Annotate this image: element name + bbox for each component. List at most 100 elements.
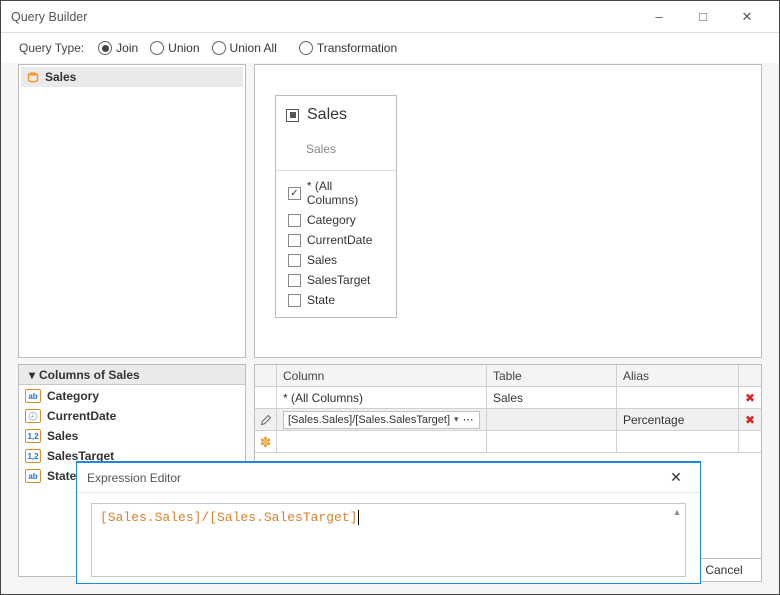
radio-label: Join bbox=[116, 41, 138, 55]
maximize-button[interactable]: □ bbox=[681, 2, 725, 32]
row-gutter bbox=[255, 387, 277, 409]
tree-item-sales[interactable]: Sales bbox=[21, 67, 243, 87]
new-row-icon: ✽ bbox=[260, 435, 272, 449]
grid-header-column[interactable]: Column bbox=[277, 365, 487, 387]
radio-label: Union bbox=[168, 41, 199, 55]
row-gutter: ✽ bbox=[255, 431, 277, 453]
column-label: State bbox=[307, 293, 335, 307]
row-gutter bbox=[255, 409, 277, 431]
node-header: Sales bbox=[286, 106, 386, 124]
query-canvas[interactable]: Sales Sales * (All Columns) Category Cur… bbox=[254, 64, 762, 358]
chevron-down-icon: ▾ bbox=[25, 368, 39, 382]
divider bbox=[276, 170, 396, 171]
grid-header-alias[interactable]: Alias bbox=[617, 365, 739, 387]
column-label: Sales bbox=[307, 253, 337, 267]
row-delete-button[interactable]: ✖ bbox=[739, 387, 761, 409]
grid-gutter-header bbox=[255, 365, 277, 387]
column-checkbox[interactable]: CurrentDate bbox=[288, 233, 386, 247]
field-name: CurrentDate bbox=[47, 409, 116, 423]
expression-input[interactable]: [Sales.Sales]/[Sales.SalesTarget] ▴ bbox=[91, 503, 686, 577]
column-checkbox[interactable]: Category bbox=[288, 213, 386, 227]
modal-titlebar: Expression Editor ✕ bbox=[77, 463, 700, 493]
modal-close-button[interactable]: ✕ bbox=[662, 465, 690, 491]
minimize-button[interactable]: – bbox=[637, 2, 681, 32]
field-item[interactable]: 1,2 Sales bbox=[19, 426, 245, 446]
column-label: SalesTarget bbox=[307, 273, 370, 287]
field-name: Sales bbox=[47, 429, 78, 443]
tree-item-label: Sales bbox=[45, 70, 76, 84]
grid-row-new[interactable]: ✽ bbox=[255, 431, 761, 453]
table-node-icon bbox=[286, 109, 299, 122]
scroll-up-icon[interactable]: ▴ bbox=[671, 506, 683, 518]
row-alias-cell[interactable] bbox=[617, 387, 739, 409]
text-caret bbox=[358, 510, 359, 525]
column-checkbox[interactable]: State bbox=[288, 293, 386, 307]
date-field-icon: 🕘 bbox=[25, 409, 41, 423]
column-checkbox[interactable]: Sales bbox=[288, 253, 386, 267]
row-column-cell[interactable]: [Sales.Sales]/[Sales.SalesTarget] ▾ ⋯ bbox=[277, 409, 487, 431]
text-field-icon: ab bbox=[25, 389, 41, 403]
grid-header-delete bbox=[739, 365, 761, 387]
row-table-cell[interactable] bbox=[487, 409, 617, 431]
query-type-transformation[interactable]: Transformation bbox=[299, 41, 397, 55]
row-delete-button[interactable]: ✖ bbox=[739, 409, 761, 431]
radio-label: Union All bbox=[230, 41, 277, 55]
cancel-button-label: Cancel bbox=[705, 563, 742, 577]
field-item[interactable]: 🕘 CurrentDate bbox=[19, 406, 245, 426]
field-item[interactable]: ab Category bbox=[19, 386, 245, 406]
column-checkbox[interactable]: * (All Columns) bbox=[288, 179, 386, 207]
canvas-table-node[interactable]: Sales Sales * (All Columns) Category Cur… bbox=[275, 95, 397, 318]
query-type-label: Query Type: bbox=[19, 41, 84, 55]
row-table-cell[interactable]: Sales bbox=[487, 387, 617, 409]
radio-icon bbox=[212, 41, 226, 55]
tables-tree[interactable]: Sales bbox=[18, 64, 246, 358]
radio-label: Transformation bbox=[317, 41, 397, 55]
columns-panel-header[interactable]: ▾ Columns of Sales bbox=[19, 365, 245, 385]
expression-value: [Sales.Sales]/[Sales.SalesTarget] bbox=[100, 510, 357, 525]
row-column-cell[interactable] bbox=[277, 431, 487, 453]
close-button[interactable]: ✕ bbox=[725, 2, 769, 32]
modal-title: Expression Editor bbox=[87, 471, 181, 485]
ellipsis-icon[interactable]: ⋯ bbox=[463, 413, 475, 426]
window-title: Query Builder bbox=[11, 10, 87, 24]
radio-icon bbox=[150, 41, 164, 55]
grid-row[interactable]: * (All Columns) Sales ✖ bbox=[255, 387, 761, 409]
column-label: Category bbox=[307, 213, 356, 227]
chevron-down-icon: ▾ bbox=[454, 414, 459, 425]
row-alias-cell[interactable] bbox=[617, 431, 739, 453]
expression-editor-dialog: Expression Editor ✕ [Sales.Sales]/[Sales… bbox=[76, 461, 701, 584]
column-label: CurrentDate bbox=[307, 233, 372, 247]
grid-header-table[interactable]: Table bbox=[487, 365, 617, 387]
checkbox-icon bbox=[288, 187, 301, 200]
query-type-union-all[interactable]: Union All bbox=[212, 41, 277, 55]
modal-body: [Sales.Sales]/[Sales.SalesTarget] ▴ bbox=[77, 493, 700, 583]
column-label: * (All Columns) bbox=[307, 179, 386, 207]
checkbox-icon bbox=[288, 254, 301, 267]
checkbox-icon bbox=[288, 214, 301, 227]
titlebar: Query Builder – □ ✕ bbox=[1, 1, 779, 33]
pencil-icon bbox=[260, 414, 272, 426]
query-builder-window: Query Builder – □ ✕ Query Type: Join Uni… bbox=[0, 0, 780, 595]
table-icon bbox=[27, 71, 39, 83]
grid-row[interactable]: [Sales.Sales]/[Sales.SalesTarget] ▾ ⋯ Pe… bbox=[255, 409, 761, 431]
column-checkbox[interactable]: SalesTarget bbox=[288, 273, 386, 287]
row-delete-button bbox=[739, 431, 761, 453]
query-type-join[interactable]: Join bbox=[98, 41, 138, 55]
query-type-union[interactable]: Union bbox=[150, 41, 199, 55]
field-name: Category bbox=[47, 389, 99, 403]
row-table-cell[interactable] bbox=[487, 431, 617, 453]
number-field-icon: 1,2 bbox=[25, 449, 41, 463]
row-alias-cell[interactable]: Percentage bbox=[617, 409, 739, 431]
columns-panel-title: Columns of Sales bbox=[39, 368, 140, 382]
node-subtitle: Sales bbox=[286, 134, 386, 166]
expression-dropdown[interactable]: [Sales.Sales]/[Sales.SalesTarget] ▾ ⋯ bbox=[283, 411, 480, 429]
number-field-icon: 1,2 bbox=[25, 429, 41, 443]
text-field-icon: ab bbox=[25, 469, 41, 483]
expression-text: [Sales.Sales]/[Sales.SalesTarget] bbox=[288, 414, 450, 426]
node-title: Sales bbox=[307, 106, 347, 124]
checkbox-icon bbox=[288, 294, 301, 307]
field-name: State bbox=[47, 469, 76, 483]
radio-icon bbox=[98, 41, 112, 55]
query-type-toolbar: Query Type: Join Union Union All Transfo… bbox=[1, 33, 779, 63]
row-column-cell[interactable]: * (All Columns) bbox=[277, 387, 487, 409]
